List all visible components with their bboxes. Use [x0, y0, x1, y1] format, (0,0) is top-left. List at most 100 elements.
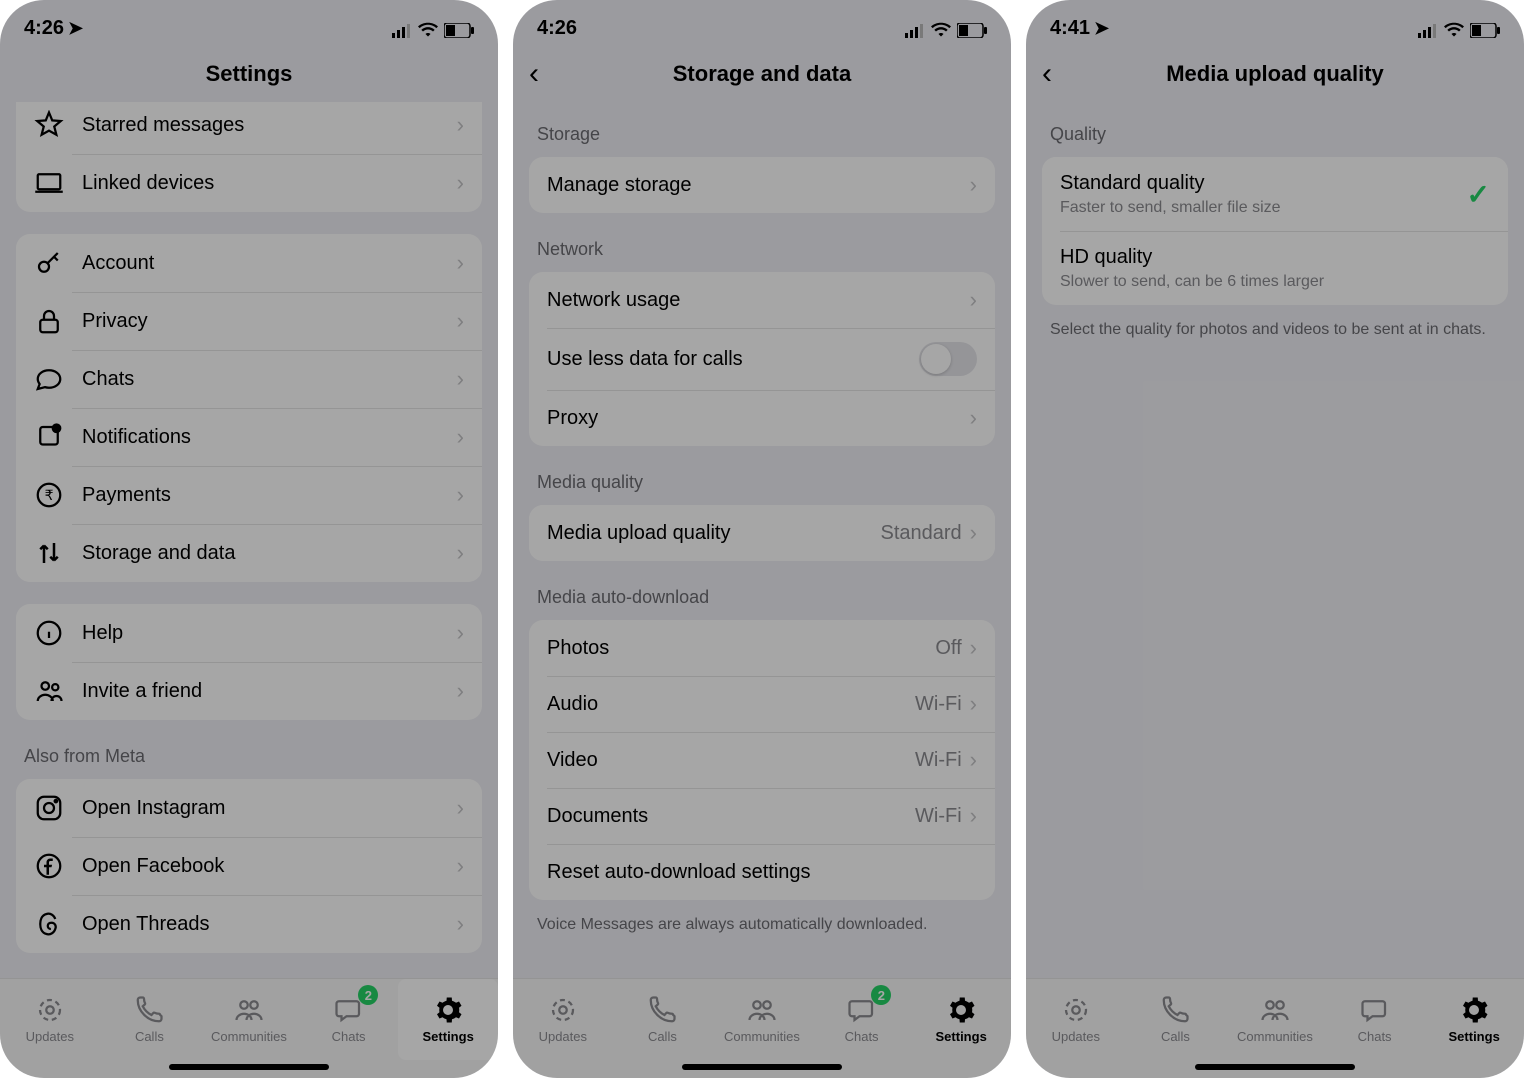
row-photos[interactable]: Photos Off ›: [529, 620, 995, 676]
row-label: Privacy: [82, 310, 457, 333]
row-use-less-data[interactable]: Use less data for calls: [529, 328, 995, 390]
row-label: Invite a friend: [82, 680, 457, 703]
use-less-data-toggle[interactable]: [919, 342, 977, 376]
tab-updates[interactable]: Updates: [0, 979, 100, 1060]
chevron-right-icon: ›: [457, 170, 464, 196]
chevron-right-icon: ›: [457, 911, 464, 937]
tab-label: Settings: [1449, 1029, 1500, 1044]
star-icon: [34, 110, 64, 140]
wifi-icon: [931, 20, 951, 36]
tab-label: Communities: [1237, 1029, 1313, 1044]
tab-bar: Updates Calls Communities Chats Settings: [1026, 978, 1524, 1078]
chevron-right-icon: ›: [457, 112, 464, 138]
row-title: Standard quality: [1060, 172, 1467, 195]
status-time: 4:26: [24, 17, 64, 39]
updates-icon: [1061, 995, 1091, 1025]
tab-label: Chats: [1358, 1029, 1392, 1044]
tab-calls[interactable]: Calls: [100, 979, 200, 1060]
phone-storage-and-data: 4:26 ‹ Storage and data Storage Manage s…: [513, 0, 1011, 1078]
tab-chats[interactable]: 2 Chats: [812, 979, 912, 1060]
tab-calls[interactable]: Calls: [1126, 979, 1226, 1060]
info-icon: [34, 618, 64, 648]
tab-calls[interactable]: Calls: [613, 979, 713, 1060]
row-video[interactable]: Video Wi-Fi ›: [529, 732, 995, 788]
calls-icon: [647, 995, 677, 1025]
communities-icon: [747, 995, 777, 1025]
page-header: ‹ Storage and data: [513, 46, 1011, 102]
location-icon: ➤: [1094, 18, 1109, 39]
quality-scroll[interactable]: Quality Standard quality Faster to send,…: [1026, 102, 1524, 978]
tab-label: Communities: [211, 1029, 287, 1044]
row-account[interactable]: Account ›: [16, 234, 482, 292]
row-label: Storage and data: [82, 542, 457, 565]
row-storage-and-data[interactable]: Storage and data ›: [16, 524, 482, 582]
tab-settings[interactable]: Settings: [1424, 979, 1524, 1060]
row-hd-quality[interactable]: HD quality Slower to send, can be 6 time…: [1042, 231, 1508, 305]
tab-updates[interactable]: Updates: [1026, 979, 1126, 1060]
tab-label: Updates: [539, 1029, 587, 1044]
settings-scroll[interactable]: Starred messages › Linked devices › Acco…: [0, 102, 498, 978]
tab-communities[interactable]: Communities: [712, 979, 812, 1060]
row-invite-friend[interactable]: Invite a friend ›: [16, 662, 482, 720]
row-manage-storage[interactable]: Manage storage ›: [529, 157, 995, 213]
home-indicator[interactable]: [169, 1064, 329, 1070]
chat-icon: [34, 364, 64, 394]
row-media-upload-quality[interactable]: Media upload quality Standard ›: [529, 505, 995, 561]
row-chats[interactable]: Chats ›: [16, 350, 482, 408]
row-audio[interactable]: Audio Wi-Fi ›: [529, 676, 995, 732]
up-down-arrows-icon: [34, 538, 64, 568]
back-button[interactable]: ‹: [1042, 57, 1052, 91]
row-privacy[interactable]: Privacy ›: [16, 292, 482, 350]
row-label: Linked devices: [82, 172, 457, 195]
back-button[interactable]: ‹: [529, 57, 539, 91]
section-storage-header: Storage: [513, 102, 1011, 153]
row-open-instagram[interactable]: Open Instagram ›: [16, 779, 482, 837]
storage-data-scroll[interactable]: Storage Manage storage › Network Network…: [513, 102, 1011, 978]
threads-icon: [34, 909, 64, 939]
tab-communities[interactable]: Communities: [1225, 979, 1325, 1060]
row-documents[interactable]: Documents Wi-Fi ›: [529, 788, 995, 844]
tab-settings[interactable]: Settings: [911, 979, 1011, 1060]
row-label: Open Threads: [82, 913, 457, 936]
battery-icon: [957, 21, 987, 36]
row-starred-messages[interactable]: Starred messages ›: [16, 102, 482, 154]
svg-text:₹: ₹: [45, 488, 54, 503]
chats-tab-icon: [1360, 995, 1390, 1025]
row-open-facebook[interactable]: Open Facebook ›: [16, 837, 482, 895]
home-indicator[interactable]: [682, 1064, 842, 1070]
tab-communities[interactable]: Communities: [199, 979, 299, 1060]
row-label: Photos: [547, 637, 935, 660]
row-open-threads[interactable]: Open Threads ›: [16, 895, 482, 953]
chevron-right-icon: ›: [457, 620, 464, 646]
tab-chats[interactable]: 2 Chats: [299, 979, 399, 1060]
quality-footnote: Select the quality for photos and videos…: [1026, 309, 1524, 359]
row-reset-auto-download[interactable]: Reset auto-download settings: [529, 844, 995, 900]
status-bar: 4:26➤: [0, 0, 498, 46]
tab-label: Settings: [936, 1029, 987, 1044]
wifi-icon: [418, 20, 438, 36]
row-help[interactable]: Help ›: [16, 604, 482, 662]
row-value: Standard: [881, 522, 962, 545]
row-network-usage[interactable]: Network usage ›: [529, 272, 995, 328]
row-linked-devices[interactable]: Linked devices ›: [16, 154, 482, 212]
tab-label: Chats: [332, 1029, 366, 1044]
row-payments[interactable]: ₹ Payments ›: [16, 466, 482, 524]
home-indicator[interactable]: [1195, 1064, 1355, 1070]
tab-updates[interactable]: Updates: [513, 979, 613, 1060]
row-subtitle: Faster to send, smaller file size: [1060, 199, 1467, 217]
communities-icon: [1260, 995, 1290, 1025]
row-proxy[interactable]: Proxy ›: [529, 390, 995, 446]
row-label: Payments: [82, 484, 457, 507]
phone-settings: 4:26➤ Settings Starred messages › Linked…: [0, 0, 498, 1078]
tab-chats[interactable]: Chats: [1325, 979, 1425, 1060]
tab-label: Calls: [648, 1029, 677, 1044]
tab-settings[interactable]: Settings: [398, 979, 498, 1060]
row-notifications[interactable]: Notifications ›: [16, 408, 482, 466]
tab-label: Calls: [135, 1029, 164, 1044]
status-bar: 4:26: [513, 0, 1011, 46]
tab-label: Communities: [724, 1029, 800, 1044]
chevron-right-icon: ›: [970, 172, 977, 198]
checkmark-icon: ✓: [1467, 178, 1490, 211]
row-standard-quality[interactable]: Standard quality Faster to send, smaller…: [1042, 157, 1508, 231]
chevron-right-icon: ›: [970, 520, 977, 546]
